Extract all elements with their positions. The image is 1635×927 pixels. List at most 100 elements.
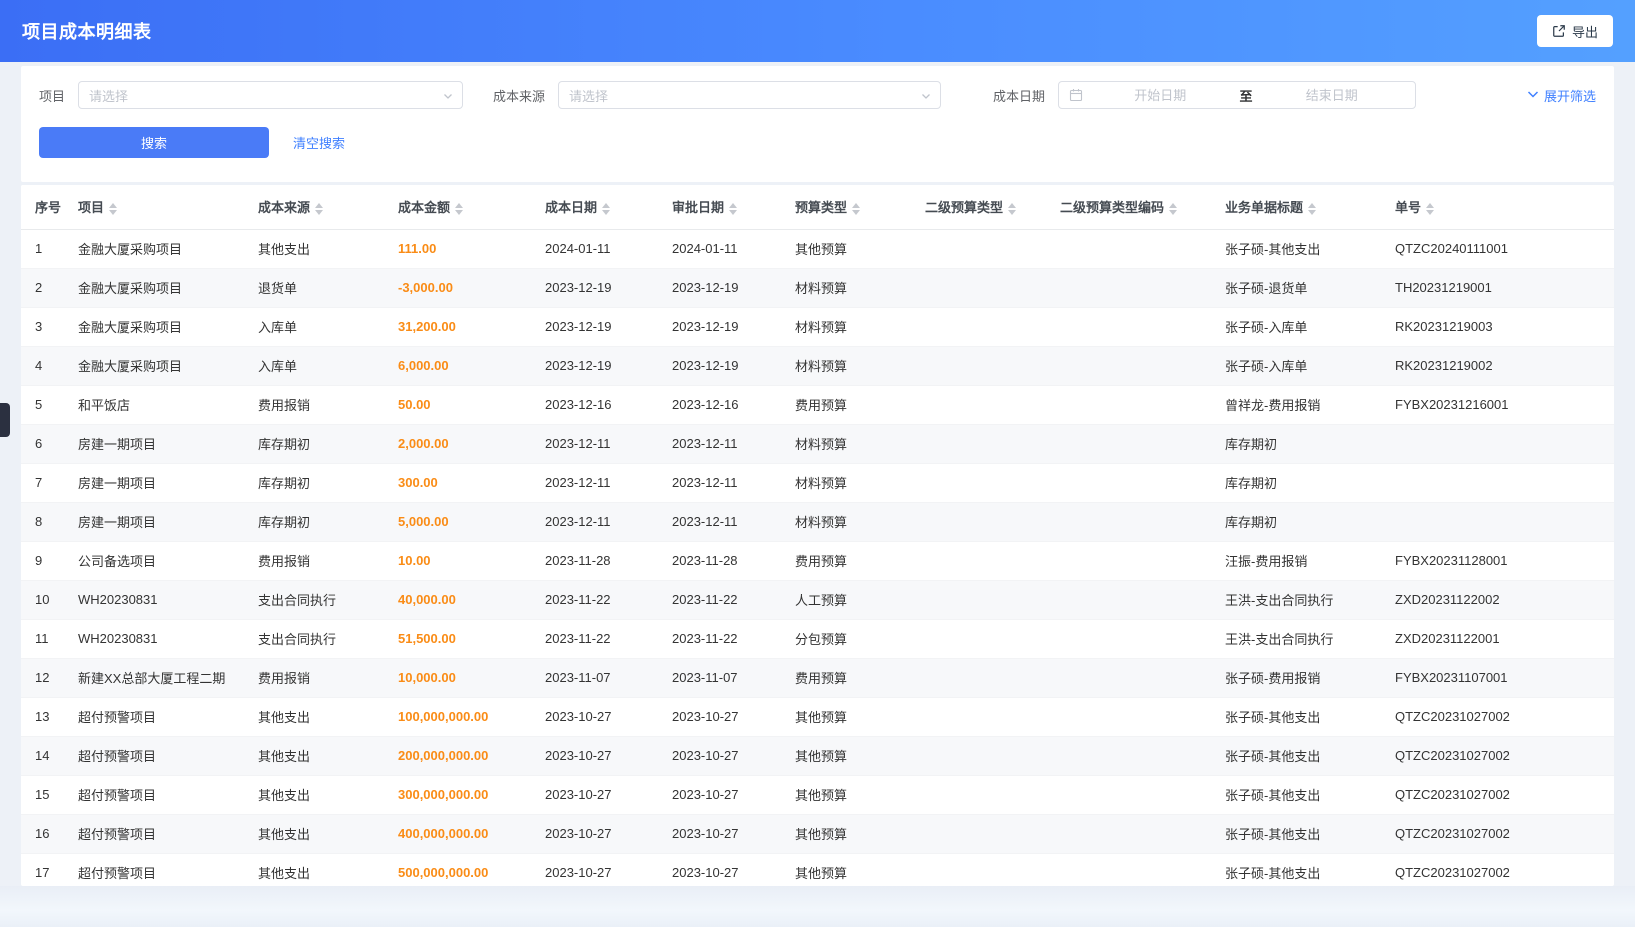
cell-cost-amount: 40,000.00 (384, 580, 531, 619)
sort-icon[interactable] (1169, 203, 1177, 215)
clear-search-link[interactable]: 清空搜索 (293, 133, 345, 152)
start-date-input[interactable] (1087, 88, 1234, 103)
cell-cost-amount: 2,000.00 (384, 424, 531, 463)
cell-doc-number: ZXD20231122001 (1381, 619, 1614, 658)
filter-actions: 搜索 清空搜索 (39, 127, 1596, 158)
cell-doc-number (1381, 502, 1614, 541)
sort-icon[interactable] (1308, 203, 1316, 215)
cell-project: 超付预警项目 (64, 697, 244, 736)
cell-doc-number: FYBX20231216001 (1381, 385, 1614, 424)
export-button-label: 导出 (1572, 22, 1598, 41)
cell-sub-budget-type (911, 385, 1046, 424)
cell-sub-budget-type-code (1046, 580, 1211, 619)
column-header-sub-budget-type-code[interactable]: 二级预算类型编码 (1046, 185, 1211, 229)
cost-date-range-picker[interactable]: 至 (1058, 81, 1416, 109)
project-select[interactable]: 请选择 (78, 81, 463, 109)
cell-budget-type: 材料预算 (781, 424, 911, 463)
cell-budget-type: 材料预算 (781, 346, 911, 385)
table-row: 5和平饭店费用报销50.002023-12-162023-12-16费用预算曾祥… (21, 385, 1614, 424)
sort-icon[interactable] (602, 203, 610, 215)
cell-project: 超付预警项目 (64, 853, 244, 886)
cell-doc-number: FYBX20231107001 (1381, 658, 1614, 697)
cell-project: 金融大厦采购项目 (64, 268, 244, 307)
cell-doc-number (1381, 463, 1614, 502)
cell-cost-source: 费用报销 (244, 541, 384, 580)
sort-icon[interactable] (1008, 203, 1016, 215)
cell-doc-title: 张子硕-其他支出 (1211, 229, 1381, 268)
page: 项目成本明细表 导出 项目 请选择 成本来源 (0, 0, 1635, 927)
cell-cost-date: 2023-12-19 (531, 268, 658, 307)
project-select-placeholder: 请选择 (89, 86, 128, 105)
sort-icon[interactable] (852, 203, 860, 215)
cell-index: 15 (21, 775, 64, 814)
cell-cost-date: 2023-12-11 (531, 463, 658, 502)
filter-panel: 项目 请选择 成本来源 请选择 成本日期 (21, 66, 1614, 182)
cost-source-select[interactable]: 请选择 (558, 81, 941, 109)
cell-sub-budget-type (911, 853, 1046, 886)
sort-icon[interactable] (455, 203, 463, 215)
cell-project: 超付预警项目 (64, 814, 244, 853)
cell-approval-date: 2023-10-27 (658, 853, 781, 886)
column-label-index: 序号 (35, 200, 61, 215)
cell-sub-budget-type (911, 424, 1046, 463)
table-row: 6房建一期项目库存期初2,000.002023-12-112023-12-11材… (21, 424, 1614, 463)
cell-cost-amount: 400,000,000.00 (384, 814, 531, 853)
cell-sub-budget-type-code (1046, 619, 1211, 658)
end-date-input[interactable] (1259, 88, 1406, 103)
cell-approval-date: 2023-12-19 (658, 307, 781, 346)
column-header-budget-type[interactable]: 预算类型 (781, 185, 911, 229)
cell-sub-budget-type-code (1046, 385, 1211, 424)
cell-doc-number: RK20231219002 (1381, 346, 1614, 385)
column-header-cost-date[interactable]: 成本日期 (531, 185, 658, 229)
cell-sub-budget-type (911, 814, 1046, 853)
sort-icon[interactable] (1426, 203, 1434, 215)
cell-cost-date: 2023-10-27 (531, 697, 658, 736)
column-header-approval-date[interactable]: 审批日期 (658, 185, 781, 229)
column-header-doc-number[interactable]: 单号 (1381, 185, 1614, 229)
column-label-sub-budget-type: 二级预算类型 (925, 200, 1003, 215)
chevron-down-icon (442, 90, 454, 105)
cell-cost-source: 支出合同执行 (244, 619, 384, 658)
cell-project: 超付预警项目 (64, 775, 244, 814)
cell-budget-type: 材料预算 (781, 307, 911, 346)
cell-doc-title: 库存期初 (1211, 424, 1381, 463)
column-header-doc-title[interactable]: 业务单据标题 (1211, 185, 1381, 229)
cell-approval-date: 2023-12-11 (658, 424, 781, 463)
cell-budget-type: 人工预算 (781, 580, 911, 619)
drawer-handle[interactable] (0, 403, 10, 437)
cell-doc-number: QTZC20231027002 (1381, 775, 1614, 814)
cell-sub-budget-type-code (1046, 658, 1211, 697)
cell-approval-date: 2023-12-16 (658, 385, 781, 424)
column-header-project[interactable]: 项目 (64, 185, 244, 229)
cell-index: 17 (21, 853, 64, 886)
cell-doc-number: QTZC20231027002 (1381, 736, 1614, 775)
cell-sub-budget-type (911, 580, 1046, 619)
cell-doc-title: 王洪-支出合同执行 (1211, 619, 1381, 658)
cell-approval-date: 2023-10-27 (658, 775, 781, 814)
column-header-index[interactable]: 序号 (21, 185, 64, 229)
cell-cost-source: 费用报销 (244, 385, 384, 424)
expand-filters-link[interactable]: 展开筛选 (1526, 86, 1596, 105)
cell-approval-date: 2023-10-27 (658, 697, 781, 736)
column-header-cost-source[interactable]: 成本来源 (244, 185, 384, 229)
chevron-down-icon (1526, 87, 1540, 104)
cell-cost-amount: 6,000.00 (384, 346, 531, 385)
cell-doc-title: 张子硕-其他支出 (1211, 853, 1381, 886)
search-button[interactable]: 搜索 (39, 127, 269, 158)
cell-doc-title: 张子硕-其他支出 (1211, 775, 1381, 814)
cell-cost-amount: 31,200.00 (384, 307, 531, 346)
cell-cost-amount: 111.00 (384, 229, 531, 268)
cell-doc-title: 汪振-费用报销 (1211, 541, 1381, 580)
cell-doc-number: TH20231219001 (1381, 268, 1614, 307)
cell-project: WH20230831 (64, 580, 244, 619)
column-header-sub-budget-type[interactable]: 二级预算类型 (911, 185, 1046, 229)
sort-icon[interactable] (315, 203, 323, 215)
cell-approval-date: 2023-12-11 (658, 463, 781, 502)
table-row: 13超付预警项目其他支出100,000,000.002023-10-272023… (21, 697, 1614, 736)
table-row: 2金融大厦采购项目退货单-3,000.002023-12-192023-12-1… (21, 268, 1614, 307)
column-header-cost-amount[interactable]: 成本金额 (384, 185, 531, 229)
sort-icon[interactable] (109, 203, 117, 215)
export-button[interactable]: 导出 (1537, 15, 1613, 47)
cell-cost-source: 库存期初 (244, 424, 384, 463)
sort-icon[interactable] (729, 203, 737, 215)
